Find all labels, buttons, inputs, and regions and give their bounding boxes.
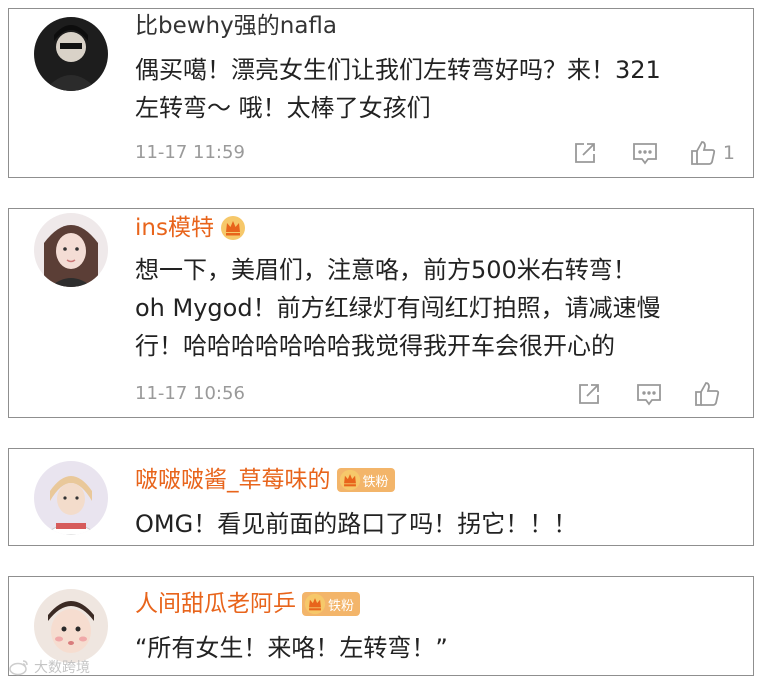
comment-icon [637,384,661,406]
fan-badge-label: 铁粉 [328,598,355,614]
fan-badge-label: 铁粉 [362,474,389,490]
username-row: 人间甜瓜老阿乒 铁粉 [135,587,361,621]
watermark: 大数跨境 [8,657,90,677]
username[interactable]: 啵啵啵酱_草莓味的 [135,463,331,497]
avatar[interactable] [34,17,108,91]
comment-text-line: 偶买噶！漂亮女生们让我们左转弯好吗？来！321 [135,56,661,84]
username[interactable]: ins模特 [135,211,214,245]
comment-text-line: oh Mygod！前方红绿灯有闯红灯拍照，请减速慢 [135,294,661,322]
username[interactable]: 人间甜瓜老阿乒 [135,587,296,621]
comment-button[interactable] [615,137,675,169]
avatar[interactable] [34,461,108,535]
comment-text-line: OMG！看见前面的路口了吗！拐它！！！ [135,510,578,538]
share-icon [575,143,595,163]
like-count: 1 [722,142,735,164]
comment-text-line: 想一下，美眉们，注意咯，前方500米右转弯！ [135,256,637,284]
comment-text-line: “所有女生！来咯！左转弯！” [135,634,448,662]
share-button[interactable] [559,378,619,410]
timestamp: 11-17 11:59 [135,142,245,163]
like-icon [695,382,720,406]
share-button[interactable] [555,137,615,169]
comment-card: 啵啵啵酱_草莓味的 铁粉 OMG！看见前面的路口了吗！拐它！！！ [8,448,754,546]
comment-actions: 1 [555,137,735,169]
comment-card: 比bewhy强的nafla 偶买噶！漂亮女生们让我们左转弯好吗？来！321 左转… [8,8,754,178]
fan-badge: 铁粉 [302,592,361,616]
comment-icon [633,143,657,165]
comment-button[interactable] [619,378,679,410]
watermark-text: 大数跨境 [34,660,90,676]
like-button[interactable]: 1 [675,137,735,169]
comment-text: 偶买噶！漂亮女生们让我们左转弯好吗？来！321 左转弯～ 哦！太棒了女孩们 [135,51,733,127]
comment-text: OMG！看见前面的路口了吗！拐它！！！ [135,505,733,543]
fan-badge: 铁粉 [336,468,395,492]
avatar[interactable] [34,589,108,663]
comment-card: 人间甜瓜老阿乒 铁粉 “所有女生！来咯！左转弯！” [8,576,754,676]
share-icon [579,384,599,404]
crown-icon [220,215,246,241]
avatar[interactable] [34,213,108,287]
comment-text: 想一下，美眉们，注意咯，前方500米右转弯！ oh Mygod！前方红绿灯有闯红… [135,251,733,365]
crown-icon [304,593,326,615]
comment-text-line: 左转弯～ 哦！太棒了女孩们 [135,94,431,122]
crown-icon [339,469,361,491]
like-button[interactable] [679,378,735,410]
comment-actions [559,378,735,410]
username-row: 比bewhy强的nafla [135,9,337,43]
like-icon [691,141,716,165]
username-row: ins模特 [135,211,246,245]
comment-card: ins模特 想一下，美眉们，注意咯，前方500米右转弯！ oh Mygod！前方… [8,208,754,418]
watermark-logo-icon [9,660,28,676]
username-row: 啵啵啵酱_草莓味的 铁粉 [135,463,395,497]
comment-text-line: 行！哈哈哈哈哈哈哈我觉得我开车会很开心的 [135,332,615,360]
comment-text: “所有女生！来咯！左转弯！” [135,629,733,667]
timestamp: 11-17 10:56 [135,383,245,404]
username[interactable]: 比bewhy强的nafla [135,9,337,43]
